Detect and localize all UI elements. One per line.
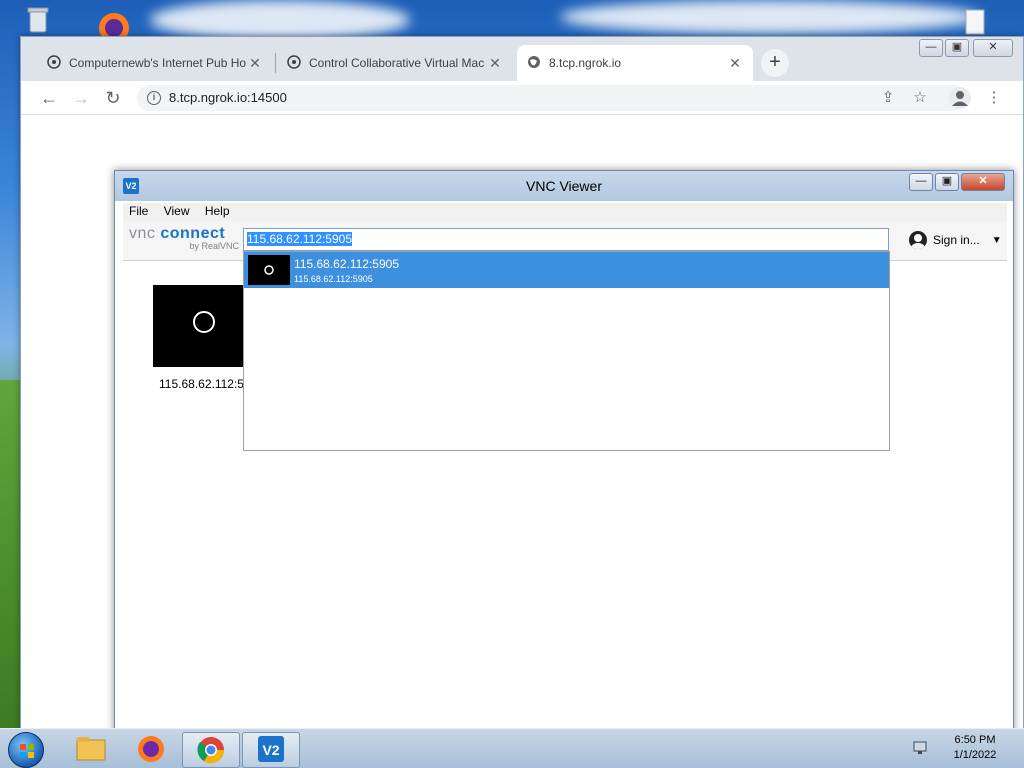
taskbar-chrome[interactable] [182,732,240,768]
close-tab-icon[interactable]: ✕ [247,55,263,72]
chevron-down-icon: ▼ [991,234,1002,246]
suggestion-thumbnail [248,255,290,285]
new-tab-button[interactable]: + [761,49,789,77]
tab-computernewb[interactable]: Computernewb's Internet Pub Ho ✕ [37,45,273,81]
tab-title: 8.tcp.ngrok.io [549,56,622,70]
vnc-address-input[interactable]: 115.68.62.112:5905 [243,228,889,251]
bookmark-star-icon[interactable]: ☆ [909,87,931,109]
vnc-minimize-button[interactable]: — [909,173,933,191]
taskbar-firefox[interactable] [122,732,180,768]
clock-time: 6:50 PM [954,734,996,746]
taskbar-vnc-viewer[interactable]: V2 [242,732,300,768]
recycle-bin-icon[interactable] [22,4,54,36]
address-suggestions: 115.68.62.112:5905 115.68.62.112:5905 [243,251,890,451]
profile-icon[interactable] [949,87,971,109]
firefox-icon [138,736,164,762]
globe-icon [527,55,541,72]
menu-view[interactable]: View [158,203,196,219]
suggestion-title: 115.68.62.112:5905 [294,257,399,271]
taskbar-explorer[interactable] [62,732,120,768]
minimize-button[interactable]: — [919,39,943,57]
menu-help[interactable]: Help [199,203,236,219]
sign-in-label: Sign in... [933,233,980,247]
menu-bar: File View Help [123,203,1007,221]
close-tab-icon[interactable]: ✕ [727,55,743,72]
vnc-close-button[interactable]: ✕ [961,173,1005,191]
connection-thumbnail[interactable] [153,285,245,367]
close-window-button[interactable]: ✕ [973,39,1013,57]
vm-icon [287,54,301,72]
reload-icon[interactable]: ↻ [101,86,125,110]
vnc-viewer-icon: V2 [258,736,284,762]
sign-in-button[interactable]: Sign in... ▼ [909,231,1002,249]
tab-strip: Computernewb's Internet Pub Ho ✕ Control… [21,37,1023,81]
tab-title: Computernewb's Internet Pub Ho [69,56,247,70]
sky-cloud [150,0,410,40]
document-desktop-icon[interactable] [960,8,990,38]
user-icon [909,231,927,249]
folder-icon [76,737,106,761]
taskbar: V2 6:50 PM 1/1/2022 [0,728,1024,768]
brand-vnc: vnc [129,225,156,242]
network-icon[interactable] [912,739,930,757]
svg-text:V2: V2 [262,742,279,758]
chrome-icon [197,737,225,764]
system-clock[interactable]: 6:50 PM 1/1/2022 [940,733,1010,763]
tab-title: Control Collaborative Virtual Mac [309,56,485,70]
vnc-restore-button[interactable]: ▣ [935,173,959,191]
tab-ngrok[interactable]: 8.tcp.ngrok.io ✕ [517,45,753,81]
vnc-connect-logo: vnc connect by RealVNC [129,225,239,251]
brand-connect: connect [160,225,226,242]
address-text: 8.tcp.ngrok.io:14500 [169,90,287,105]
restore-button[interactable]: ▣ [945,39,969,57]
kebab-menu-icon[interactable]: ⋮ [983,87,1005,109]
window-title: VNC Viewer [526,178,602,194]
menu-file[interactable]: File [123,203,154,219]
info-icon[interactable]: i [147,91,161,105]
connection-label[interactable]: 115.68.62.112:5905 [159,377,243,391]
address-bar[interactable]: i 8.tcp.ngrok.io:14500 [137,85,967,111]
suggestion-subtitle: 115.68.62.112:5905 [294,274,373,284]
windows-flag-icon [20,744,34,758]
linux-mint-logo-icon [193,311,215,333]
clock-date: 1/1/2022 [953,749,997,761]
share-icon[interactable]: ⇪ [877,87,899,109]
browser-toolbar: ← → ↻ i 8.tcp.ngrok.io:14500 ⇪ ☆ ⋮ [21,81,1023,115]
vm-icon [47,54,61,72]
address-selected-text: 115.68.62.112:5905 [247,232,352,246]
desktop: { "browser": { "tabs": [ {"title": "Comp… [0,0,1024,768]
vnc-viewer-window: V2 VNC Viewer — ▣ ✕ File View Help vnc c… [114,170,1014,736]
firefox-desktop-icon[interactable] [94,6,138,43]
suggestion-item[interactable]: 115.68.62.112:5905 115.68.62.112:5905 [244,252,889,288]
close-tab-icon[interactable]: ✕ [487,55,503,72]
tab-divider [275,53,276,73]
sky-cloud [560,0,980,34]
forward-arrow-icon[interactable]: → [69,86,93,110]
tab-control-collaborative[interactable]: Control Collaborative Virtual Mac ✕ [277,45,513,81]
back-arrow-icon[interactable]: ← [37,86,61,110]
start-button[interactable] [8,732,44,768]
vnc-titlebar: V2 VNC Viewer — ▣ ✕ [115,171,1013,201]
